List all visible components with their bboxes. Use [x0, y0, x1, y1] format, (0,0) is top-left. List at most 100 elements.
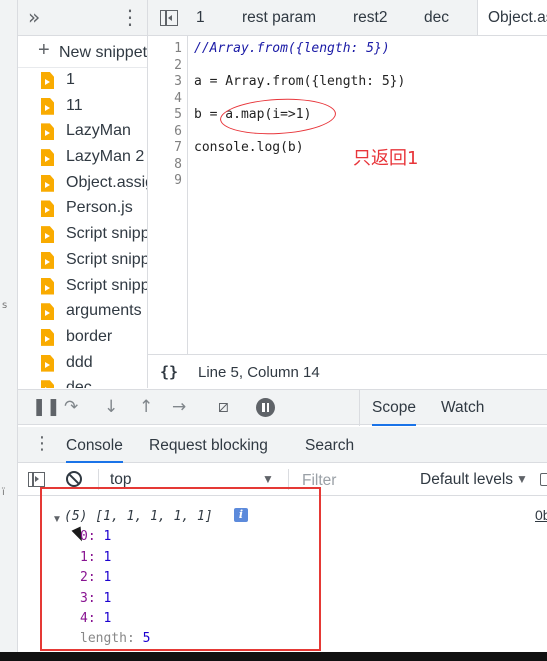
plus-icon: +	[38, 39, 50, 61]
snippet-name: Script snipp	[66, 276, 148, 294]
more-tabs-icon[interactable]: »	[28, 5, 40, 29]
line-number: 3	[174, 74, 182, 89]
snippets-navigator: » ⋮ + New snippet 1 11 LazyMan LazyMan 2 Obj…	[18, 0, 148, 388]
snippet-file-icon	[41, 97, 54, 115]
snippet-name: Script snipp	[66, 225, 148, 243]
pause-on-exceptions-icon[interactable]	[256, 398, 275, 417]
pause-icon[interactable]: ❚❚	[32, 397, 61, 417]
drawer-menu-icon[interactable]: ⋮	[33, 433, 51, 454]
snippet-name: Script snipp	[66, 250, 148, 268]
snippet-file-icon	[41, 328, 54, 346]
step-out-icon[interactable]: ↑	[139, 397, 153, 417]
snippet-item[interactable]: Script snipp	[18, 274, 147, 300]
line-number: 6	[174, 123, 182, 139]
snippet-name: 11	[66, 96, 83, 114]
snippet-file-icon	[41, 174, 54, 192]
snippet-file-icon	[41, 380, 54, 388]
tab-request-blocking[interactable]: Request blocking	[149, 437, 268, 455]
line-number: 4	[174, 90, 182, 106]
toggle-navigator-icon[interactable]	[160, 10, 178, 26]
snippet-file-icon	[41, 149, 54, 167]
snippet-name: 1	[66, 71, 75, 88]
snippet-file-icon	[41, 354, 54, 372]
edge-mark: ï	[2, 487, 5, 498]
edge-mark: s	[2, 300, 8, 311]
snippet-name: Object.assig	[66, 173, 148, 191]
step-icon[interactable]: →	[172, 397, 186, 417]
snippet-item[interactable]: Person.js	[18, 196, 147, 222]
snippet-file-icon	[41, 226, 54, 244]
chevron-down-icon[interactable]: ▼	[262, 472, 274, 486]
tab-search[interactable]: Search	[305, 437, 354, 455]
snippet-item[interactable]: ddd	[18, 351, 147, 377]
snippet-name: Person.js	[66, 199, 133, 217]
snippet-item[interactable]: Script snipp	[18, 222, 147, 248]
editor-status-bar: {} Line 5, Column 14	[148, 354, 547, 389]
editor-tab[interactable]: 1	[196, 9, 205, 27]
tab-console[interactable]: Console	[66, 427, 123, 463]
code-line: console.log(b)	[194, 140, 304, 155]
line-number: 2	[174, 57, 182, 73]
pretty-print-icon[interactable]: {}	[160, 363, 178, 381]
editor-tab[interactable]: rest param	[242, 9, 316, 27]
divider	[359, 390, 360, 426]
console-sidebar-icon[interactable]	[28, 472, 45, 487]
drawer-tab-bar: ⋮ Console Request blocking Search	[18, 427, 547, 463]
snippet-item[interactable]: border	[18, 325, 147, 351]
snippet-list: 1 11 LazyMan LazyMan 2 Object.assig Person.js…	[18, 68, 147, 388]
snippet-file-icon	[41, 72, 54, 89]
line-number: 7	[174, 140, 182, 155]
snippet-item[interactable]: Script snipp	[18, 248, 147, 274]
snippet-file-icon	[41, 277, 54, 295]
snippet-item[interactable]: 1	[18, 68, 147, 94]
step-into-icon[interactable]: ↓	[104, 397, 118, 417]
deactivate-breakpoints-icon[interactable]: ⧄	[218, 397, 229, 417]
snippet-item[interactable]: dec	[18, 376, 147, 388]
snippet-item[interactable]: Object.assig	[18, 171, 147, 197]
code-editor[interactable]: 1 2 3 4 5 6 7 8 9 //Array.from({length: …	[148, 36, 547, 354]
bottom-bar	[0, 652, 547, 661]
snippet-item[interactable]: LazyMan 2	[18, 145, 147, 171]
editor-tab-active[interactable]: Object.as	[477, 0, 547, 35]
snippet-name: border	[66, 327, 113, 345]
tab-watch[interactable]: Watch	[441, 399, 484, 417]
line-number: 1	[174, 41, 182, 56]
line-number-gutter: 1 2 3 4 5 6 7 8 9	[148, 36, 188, 354]
chevron-down-icon[interactable]: ▼	[516, 472, 528, 486]
line-number: 8	[174, 156, 182, 172]
log-levels-dropdown[interactable]: Default levels	[420, 471, 513, 489]
snippet-name: arguments	[66, 302, 142, 320]
cursor-position: Line 5, Column 14	[198, 364, 320, 381]
line-number: 5	[174, 107, 182, 122]
line-number: 9	[174, 173, 182, 188]
settings-checkbox[interactable]	[540, 473, 547, 486]
snippet-item[interactable]: arguments	[18, 299, 147, 325]
step-over-icon[interactable]: ↷	[64, 397, 78, 417]
editor-tab[interactable]: rest2	[353, 9, 387, 27]
tab-scope[interactable]: Scope	[372, 399, 416, 426]
snippet-item[interactable]: LazyMan	[18, 119, 147, 145]
code-line: a = Array.from({length: 5})	[194, 74, 406, 89]
source-link[interactable]: 0b	[535, 507, 547, 523]
snippet-name: ddd	[66, 353, 93, 371]
new-snippet-label: New snippet	[59, 44, 148, 61]
snippet-item[interactable]: 11	[18, 94, 147, 120]
annotation-text: 只返回1	[353, 148, 419, 169]
snippet-file-icon	[41, 200, 54, 218]
navigator-menu-icon[interactable]: ⋮	[120, 5, 140, 29]
editor-tab-bar: 1 rest param rest2 dec Object.as	[148, 0, 547, 36]
annotation-circle	[219, 95, 337, 138]
code-line: //Array.from({length: 5})	[194, 41, 390, 56]
snippet-file-icon	[41, 251, 54, 269]
snippet-file-icon	[41, 303, 54, 321]
snippet-file-icon	[41, 123, 54, 141]
snippet-name: dec	[66, 379, 92, 388]
snippet-name: LazyMan 2	[66, 148, 145, 166]
editor-tab[interactable]: dec	[424, 9, 449, 27]
page-edge-strip: s ï	[0, 0, 18, 661]
new-snippet-button[interactable]: + New snippet	[18, 36, 147, 68]
clear-console-icon[interactable]	[66, 471, 82, 487]
debugger-toolbar: ❚❚ ↷ ↓ ↑ → ⧄ Scope Watch	[18, 389, 547, 426]
highlight-box	[40, 487, 321, 651]
snippet-name: LazyMan	[66, 122, 131, 140]
